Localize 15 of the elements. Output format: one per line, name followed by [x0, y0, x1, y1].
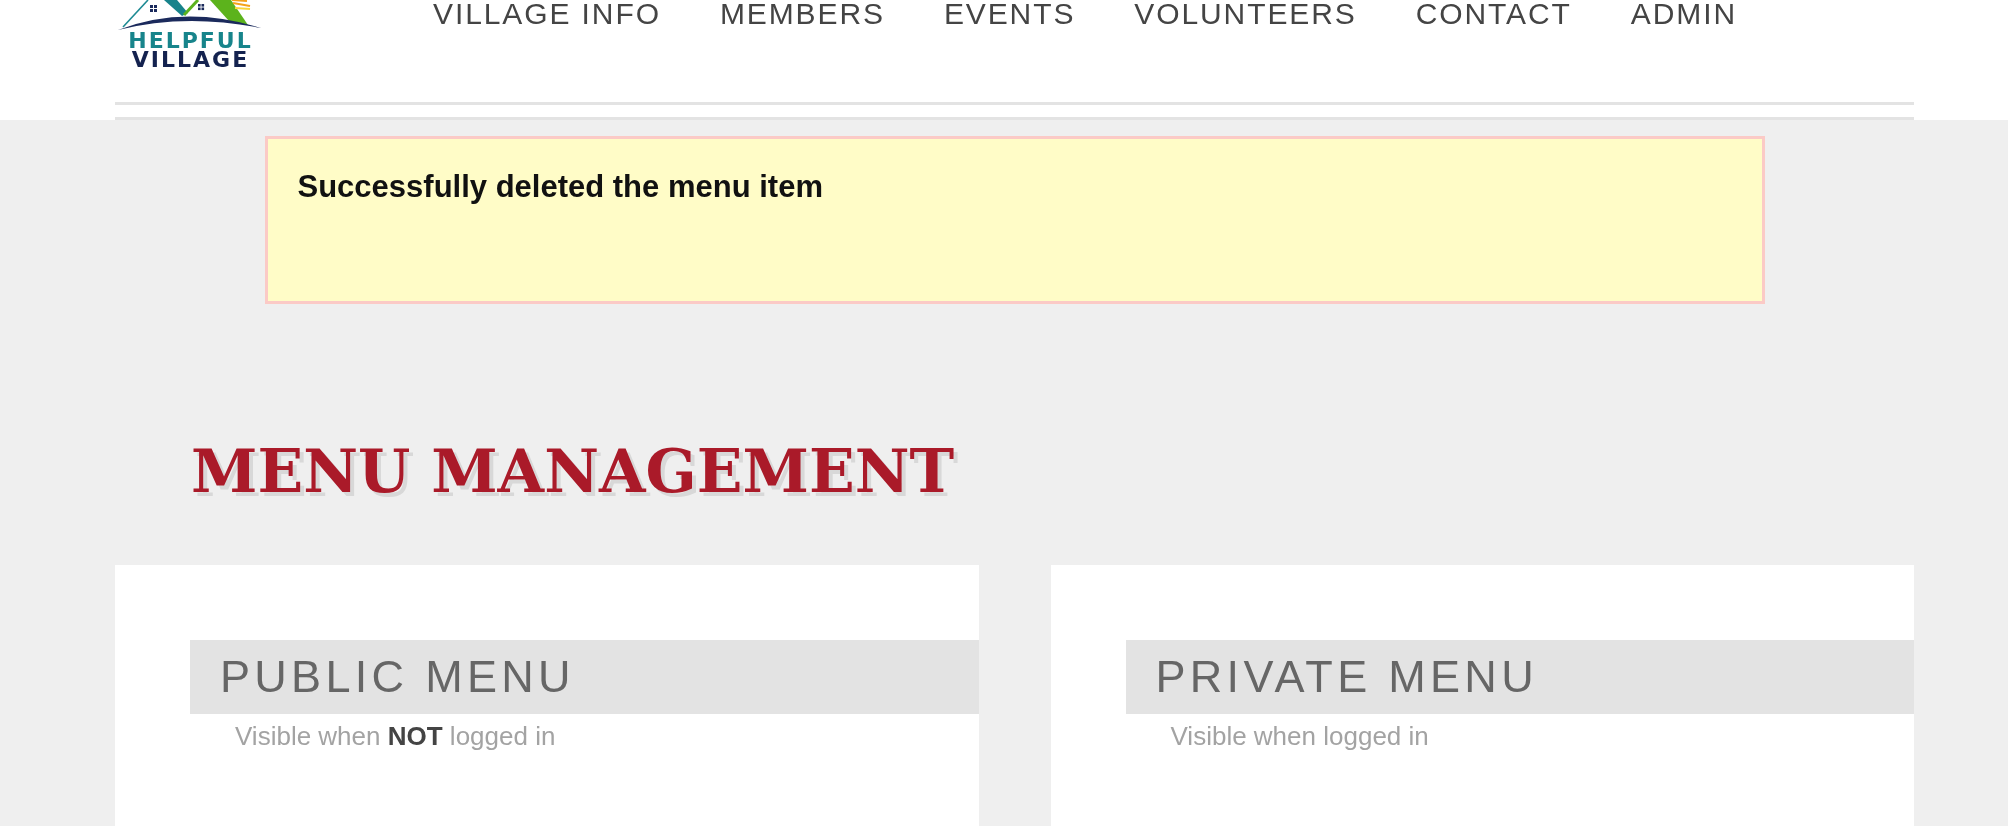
page-title: MENU MANAGEMENT	[191, 435, 955, 508]
logo-text: VILLAGE	[131, 50, 250, 69]
panel-note: Visible when logged in	[1170, 720, 1429, 753]
nav-link[interactable]: VILLAGE INFO	[433, 0, 661, 28]
panel-note: Visible when NOT logged in	[235, 720, 556, 753]
logo-text: HELPFUL	[128, 31, 253, 50]
panel-title: PRIVATE MENU	[1155, 650, 1538, 704]
nav-link[interactable]: CONTACT	[1415, 0, 1572, 28]
nav-link[interactable]: EVENTS	[943, 0, 1076, 28]
nav-link[interactable]: ADMIN	[1630, 0, 1737, 28]
nav-link[interactable]: MEMBERS	[719, 0, 885, 28]
house-roofs-icon	[117, 0, 262, 31]
nav-link[interactable]: VOLUNTEERS	[1134, 0, 1357, 28]
panel-title: PUBLIC MENU	[220, 650, 575, 704]
alert-message: Successfully deleted the menu item	[297, 169, 823, 205]
